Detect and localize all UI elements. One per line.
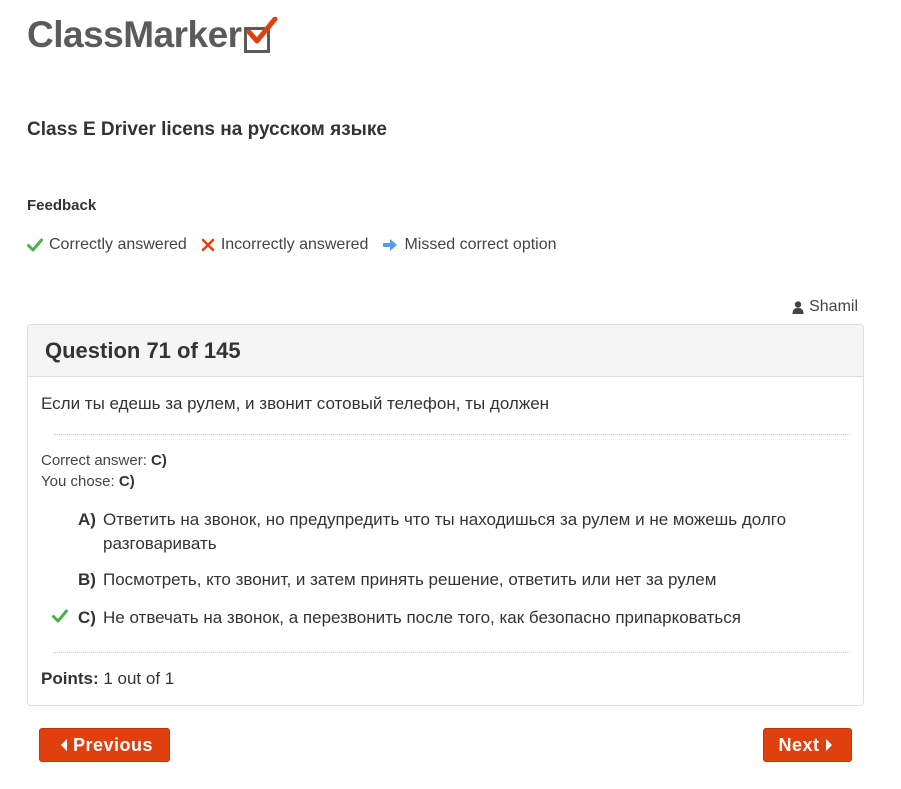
option-letter: C) [78,608,96,627]
user-info: Shamil [792,298,858,316]
legend-correct: Correctly answered [27,236,187,254]
caret-right-icon [825,739,832,751]
previous-button[interactable]: Previous [39,728,170,762]
points-label: Points: [41,669,99,688]
next-label: Next [778,734,820,755]
correct-answer-value: C) [151,452,167,469]
option-text: Не отвечать на звонок, а перезвонить пос… [103,608,741,627]
option-a: A) Ответить на звонок, но предупредить ч… [78,508,848,556]
caret-left-icon [60,739,67,751]
divider [54,434,850,435]
you-chose-value: C) [118,473,135,490]
you-chose-label: You chose: [41,473,115,490]
user-name: Shamil [809,298,858,315]
points-line: Points: 1 out of 1 [41,669,174,689]
arrow-right-icon [383,239,398,251]
legend-missed: Missed correct option [382,236,557,254]
next-button[interactable]: Next [763,728,852,762]
question-text: Если ты едешь за рулем, и звонит сотовый… [41,394,550,413]
divider [54,652,850,653]
legend-correct-label: Correctly answered [49,236,187,253]
question-panel-header: Question 71 of 145 [28,325,863,377]
legend-incorrect-label: Incorrectly answered [220,236,369,253]
correct-answer-label: Correct answer: [41,452,147,469]
logo-checkbox-icon [243,17,278,53]
legend-incorrect: Incorrectly answered [201,236,369,254]
option-text: Ответить на звонок, но предупредить что … [103,510,787,553]
cross-icon [201,238,215,252]
option-c: C) Не отвечать на звонок, а перезвонить … [52,606,848,630]
check-icon [52,609,68,623]
option-text: Посмотреть, кто звонит, и затем принять … [103,570,717,589]
test-title: Class E Driver licens на русском языке [27,119,387,140]
user-icon [792,300,804,314]
check-icon [27,238,43,252]
feedback-legend: Correctly answered Incorrectly answered … [27,236,571,254]
question-heading: Question 71 of 145 [45,337,241,363]
option-b: B) Посмотреть, кто звонит, и затем приня… [78,568,848,592]
classmarker-logo: ClassMarker [27,14,278,56]
option-letter: A) [78,510,96,529]
legend-missed-label: Missed correct option [404,236,557,253]
option-letter: B) [78,570,96,589]
logo-text: ClassMarker [27,14,242,55]
correct-answer-line: Correct answer: C) [41,452,167,469]
question-panel: Question 71 of 145 Если ты едешь за руле… [27,324,864,706]
you-chose-line: You chose: C) [41,473,135,490]
feedback-heading: Feedback [27,197,97,214]
previous-label: Previous [72,734,154,755]
points-value: 1 out of 1 [103,669,175,688]
